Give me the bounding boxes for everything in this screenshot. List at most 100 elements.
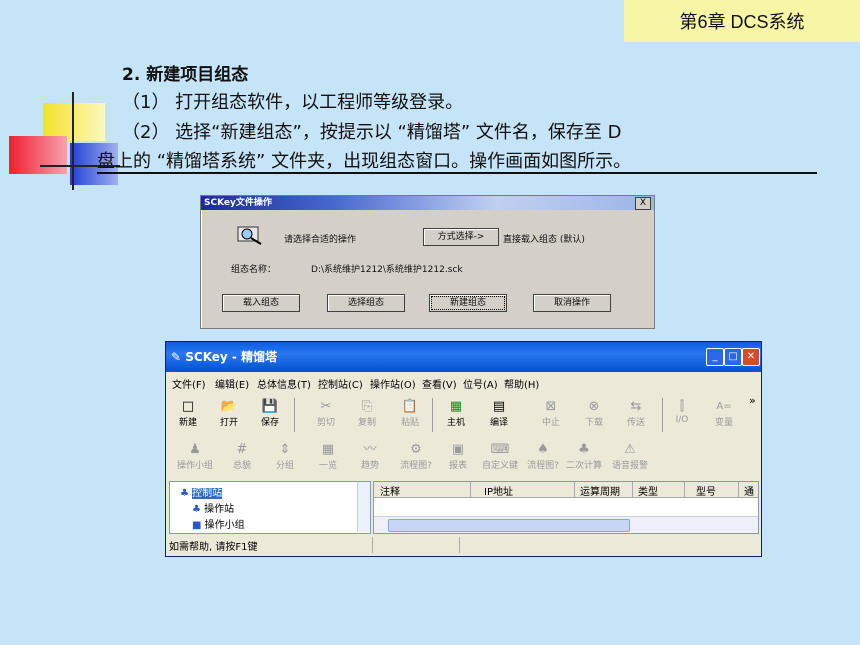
dialog-title: SCKey文件操作 [201,196,654,210]
step-2-text: （2） 选择“新建组态”，按提示以 “精馏塔” 文件名，保存至 D [122,122,622,143]
menu-help[interactable]: 帮助(H) [504,376,539,391]
mode-select-button[interactable]: 方式选择-> [423,228,499,246]
close-button[interactable]: ✕ [742,348,760,366]
operation-group-icon: ♟ [189,442,201,457]
app-icon: ✎ [171,350,182,364]
trend-tool[interactable]: 〰趋势 [350,441,390,471]
flowchart2-tool[interactable]: ♠ 流程图? [523,441,563,471]
station-list: 注释 IP地址 运算周期 类型 型号 通 [373,481,759,534]
open-folder-icon: 📂 [220,399,238,414]
menu-bar: 文件(F) 编辑(E) 总体信息(T) 控制站(C) 操作站(O) 查看(V) … [166,373,761,393]
dialog-close-button[interactable]: X [635,197,651,210]
abort-tool[interactable]: ⊠ 中止 [531,398,571,428]
cancel-button[interactable]: 取消操作 [533,294,611,312]
paste-tool[interactable]: 📋 粘贴 [390,398,430,428]
config-name-value: D:\系统维护1212\系统维护1212.sck [311,265,463,275]
operator-station-icon: ♣ [192,504,201,515]
column-more[interactable]: 通 [744,483,754,498]
status-bar: 如需帮助, 请按F1键 [166,535,761,555]
variable-icon: A= [716,401,732,412]
flowchart-tool[interactable]: ⚙ 流程图? [396,441,436,471]
window-title: SCKey - 精馏塔 [185,350,278,364]
scrollbar-thumb[interactable] [388,519,630,532]
list-header: 注释 IP地址 运算周期 类型 型号 通 [374,482,758,498]
minimize-button[interactable]: _ [706,348,724,366]
cut-tool[interactable]: ✂ 剪切 [306,398,346,428]
grouping-icon: ⇕ [279,442,291,457]
toolbar-separator [432,398,433,432]
menu-tag[interactable]: 位号(A) [463,376,498,391]
file-operation-dialog: SCKey文件操作 X 请选择合适的操作 方式选择-> 直接载入组态 (默认) … [200,195,655,329]
tree-scrollbar[interactable] [357,482,370,532]
alarm-icon: ⚠ [624,442,636,457]
paste-icon: 📋 [401,399,419,414]
io-icon: ⫿ [679,399,685,414]
step-1-text: （1） 打开组态软件，以工程师等级登录。 [122,92,464,113]
toolbar-overflow-button[interactable]: » [749,394,756,407]
dialog-prompt: 请选择合适的操作 [284,235,357,245]
column-ip[interactable]: IP地址 [484,483,513,498]
grouping-tool[interactable]: ⇕ 分组 [265,441,305,471]
secondary-calc-tool[interactable]: ♣ 二次计算 [564,441,604,471]
save-icon: 💾 [261,399,279,414]
host-icon: ▦ [449,399,463,414]
list-horizontal-scrollbar[interactable] [374,516,758,533]
custom-key-tool[interactable]: ⌨ 自定义键 [480,441,520,471]
window-titlebar: ✎ SCKey - 精馏塔 [166,342,761,372]
abort-icon: ⊠ [545,399,557,414]
config-tree: ♣ 控制站 ♣ 操作站 ■ 操作小组 [169,481,371,534]
tree-item-operation-group[interactable]: ■ 操作小组 [192,516,245,531]
trend-icon: 〰 [363,442,377,457]
chapter-label: 第6章 DCS系统 [624,0,860,42]
tree-item-control-station[interactable]: ♣ 控制站 [180,484,223,499]
menu-view[interactable]: 查看(V) [422,376,457,391]
transfer-tool[interactable]: ⇆ 传送 [616,398,656,428]
copy-icon: ⎘ [361,399,373,414]
overview-tool[interactable]: # 总貌 [222,441,262,471]
maximize-button[interactable]: □ [724,348,742,366]
menu-operator-station[interactable]: 操作站(O) [370,376,416,391]
toolbar-separator [294,398,295,432]
column-comment[interactable]: 注释 [380,483,400,498]
list-icon: ▦ [321,442,335,457]
flowchart-icon: ⚙ [410,442,422,457]
operation-group-tool[interactable]: ♟ 操作小组 [175,441,215,471]
sckey-window: ✎ SCKey - 精馏塔 _ □ ✕ 文件(F) 编辑(E) 总体信息(T) … [165,341,762,557]
text-underline [97,172,817,174]
menu-general-info[interactable]: 总体信息(T) [257,376,311,391]
select-config-button[interactable]: 选择组态 [327,294,405,312]
io-tool[interactable]: ⫿ I/O [662,398,702,425]
calc-icon: ♣ [578,442,590,457]
report-tool[interactable]: ▣ 报表 [438,441,478,471]
compile-icon: ▤ [492,399,506,414]
column-period[interactable]: 运算周期 [580,483,620,498]
menu-file[interactable]: 文件(F) [172,376,206,391]
new-tool[interactable]: □ 新建 [168,398,208,428]
list-tool[interactable]: ▦ 一览 [308,441,348,471]
new-file-icon: □ [181,399,195,414]
download-icon: ⊗ [588,399,600,414]
load-config-button[interactable]: 载入组态 [222,294,300,312]
column-model[interactable]: 型号 [696,483,716,498]
download-tool[interactable]: ⊗ 下载 [574,398,614,428]
transfer-icon: ⇆ [630,399,642,414]
step-2-text-cont: 盘上的 “精馏塔系统” 文件夹，出现组态窗口。操作画面如图所示。 [97,151,632,172]
copy-tool[interactable]: ⎘ 复制 [347,398,387,428]
mode-description: 直接载入组态 (默认) [503,235,585,245]
voice-alarm-tool[interactable]: ⚠ 语音报警 [610,441,650,471]
open-tool[interactable]: 📂 打开 [209,398,249,428]
overview-icon: # [236,442,248,457]
save-tool[interactable]: 💾 保存 [250,398,290,428]
variable-tool[interactable]: A= 变量 [704,398,744,428]
host-tool[interactable]: ▦ 主机 [436,398,476,428]
compile-tool[interactable]: ▤ 编译 [479,398,519,428]
column-type[interactable]: 类型 [638,483,658,498]
control-station-icon: ♣ [180,488,189,499]
tree-item-operator-station[interactable]: ♣ 操作站 [192,500,234,515]
config-name-label: 组态名称： [231,265,277,275]
menu-edit[interactable]: 编辑(E) [215,376,249,391]
keyboard-icon: ⌨ [490,442,510,457]
operation-group-icon: ■ [192,520,202,531]
new-config-button[interactable]: 新建组态 [429,294,507,312]
menu-control-station[interactable]: 控制站(C) [318,376,363,391]
